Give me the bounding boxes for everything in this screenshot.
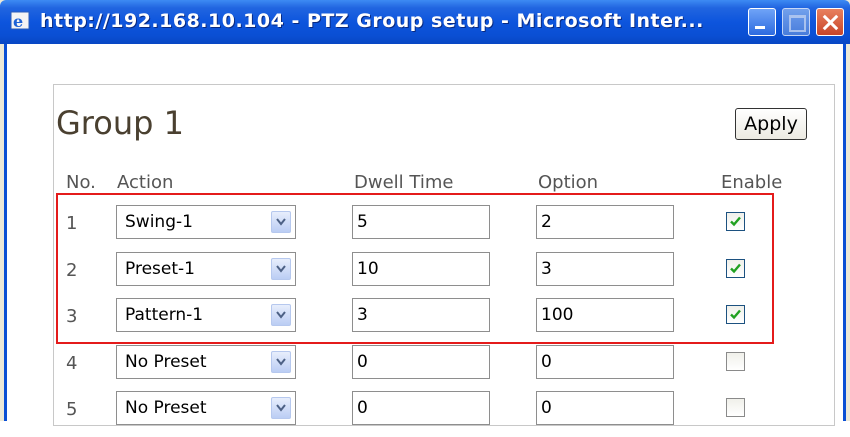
row-number: 5 [66,399,78,420]
dwell-time-value: 0 [357,398,368,418]
maximize-icon[interactable] [782,8,810,36]
enable-checkbox[interactable] [726,212,745,231]
chevron-down-icon[interactable] [271,211,291,233]
chevron-down-icon[interactable] [271,304,291,326]
enable-checkbox[interactable] [726,259,745,278]
action-select-value: Preset-1 [125,259,195,279]
title-bar[interactable]: e http://192.168.10.104 - PTZ Group setu… [0,0,850,44]
row-number: 4 [66,353,78,374]
action-select-value: No Preset [125,398,207,418]
dwell-time-value: 3 [357,305,368,325]
dwell-time-input[interactable]: 10 [352,252,490,286]
check-icon [730,309,741,320]
minimize-icon[interactable] [748,8,776,36]
table-row: 4 No Preset 0 0 [0,345,850,391]
option-value: 3 [541,259,552,279]
close-icon[interactable] [816,8,844,36]
option-value: 2 [541,212,552,232]
page-title: Group 1 [56,104,184,142]
action-select[interactable]: No Preset [116,345,296,379]
column-header-no: No. [66,172,96,193]
ie-icon: e [10,11,30,31]
browser-window: e http://192.168.10.104 - PTZ Group setu… [0,0,850,426]
dwell-time-value: 5 [357,212,368,232]
chevron-down-icon[interactable] [271,351,291,373]
column-header-action: Action [117,172,174,193]
action-select-value: No Preset [125,352,207,372]
table-row: 5 No Preset 0 0 [0,391,850,437]
option-input[interactable]: 100 [536,298,674,332]
option-value: 0 [541,398,552,418]
row-number: 2 [66,260,78,281]
column-header-enable: Enable [721,172,783,193]
action-select[interactable]: Swing-1 [116,205,296,239]
option-input[interactable]: 2 [536,205,674,239]
check-icon [730,263,741,274]
option-value: 0 [541,352,552,372]
window-title: http://192.168.10.104 - PTZ Group setup … [40,10,704,32]
row-number: 3 [66,306,78,327]
dwell-time-input[interactable]: 0 [352,345,490,379]
table-row: 3 Pattern-1 3 100 [0,298,850,344]
svg-text:e: e [13,12,23,31]
action-select-value: Swing-1 [125,212,193,232]
row-number: 1 [66,213,78,234]
option-input[interactable]: 3 [536,252,674,286]
enable-checkbox[interactable] [726,398,745,417]
action-select-value: Pattern-1 [125,305,204,325]
dwell-time-input[interactable]: 0 [352,391,490,425]
action-select[interactable]: Preset-1 [116,252,296,286]
chevron-down-icon[interactable] [271,258,291,280]
enable-checkbox[interactable] [726,352,745,371]
dwell-time-value: 0 [357,352,368,372]
action-select[interactable]: No Preset [116,391,296,425]
action-select[interactable]: Pattern-1 [116,298,296,332]
enable-checkbox[interactable] [726,305,745,324]
check-icon [730,216,741,227]
chevron-down-icon[interactable] [271,397,291,419]
option-input[interactable]: 0 [536,345,674,379]
dwell-time-value: 10 [357,259,379,279]
table-row: 2 Preset-1 10 3 [0,252,850,298]
apply-button[interactable]: Apply [735,108,807,140]
dwell-time-input[interactable]: 3 [352,298,490,332]
option-input[interactable]: 0 [536,391,674,425]
dwell-time-input[interactable]: 5 [352,205,490,239]
table-row: 1 Swing-1 5 2 [0,205,850,251]
option-value: 100 [541,305,574,325]
column-header-option: Option [538,172,599,193]
column-header-dwell-time: Dwell Time [354,172,454,193]
